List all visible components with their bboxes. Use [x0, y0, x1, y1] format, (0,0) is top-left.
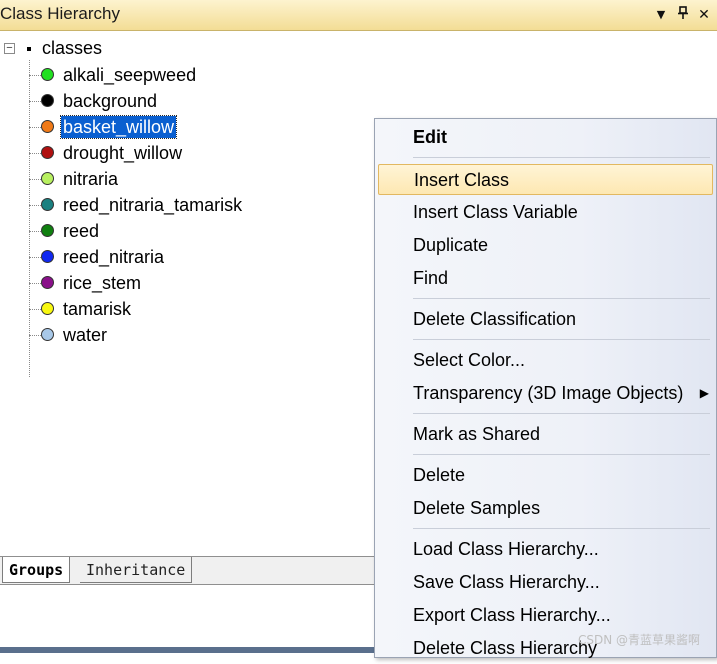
- menu-item-transparency[interactable]: Transparency (3D Image Objects) ▶: [378, 378, 713, 409]
- tree-item-label[interactable]: alkali_seepweed: [61, 64, 198, 86]
- menu-item-duplicate[interactable]: Duplicate: [378, 230, 713, 261]
- tree-item-label[interactable]: reed: [61, 220, 101, 242]
- tree-item-label[interactable]: background: [61, 90, 159, 112]
- menu-separator: [413, 454, 710, 455]
- tree-connector: [29, 205, 41, 206]
- tree-connector: [29, 179, 41, 180]
- menu-item-select-color[interactable]: Select Color...: [378, 345, 713, 376]
- menu-separator: [413, 298, 710, 299]
- tree-connector: [29, 101, 41, 102]
- class-color-icon: [41, 94, 54, 107]
- tree-item[interactable]: reed_nitraria: [29, 245, 429, 269]
- tree-item-label[interactable]: rice_stem: [61, 272, 143, 294]
- menu-item-load-class-hierarchy[interactable]: Load Class Hierarchy...: [378, 534, 713, 565]
- tree-item[interactable]: reed: [29, 219, 429, 243]
- menu-item-delete-classification[interactable]: Delete Classification: [378, 304, 713, 335]
- class-color-icon: [41, 302, 54, 315]
- context-menu: Edit Insert Class Insert Class Variable …: [374, 118, 717, 658]
- tree-item[interactable]: drought_willow: [29, 141, 429, 165]
- tree-connector: [29, 283, 41, 284]
- class-color-icon: [41, 198, 54, 211]
- tree-item[interactable]: nitraria: [29, 167, 429, 191]
- tree-connector: [29, 335, 41, 336]
- class-color-icon: [41, 68, 54, 81]
- tree-item[interactable]: alkali_seepweed: [29, 63, 429, 87]
- tab-inheritance[interactable]: Inheritance: [80, 557, 193, 583]
- tree-item-label[interactable]: reed_nitraria_tamarisk: [61, 194, 244, 216]
- menu-item-mark-as-shared[interactable]: Mark as Shared: [378, 419, 713, 450]
- tree-item-label[interactable]: nitraria: [61, 168, 120, 190]
- menu-separator: [413, 528, 710, 529]
- dropdown-icon[interactable]: ▼: [652, 6, 670, 24]
- tree-item[interactable]: reed_nitraria_tamarisk: [29, 193, 429, 217]
- tree-connector: [29, 231, 41, 232]
- tree-item-label[interactable]: basket_willow: [59, 115, 178, 139]
- tree-item[interactable]: background: [29, 89, 429, 113]
- class-color-icon: [41, 172, 54, 185]
- tree-connector: [29, 309, 41, 310]
- panel-titlebar: Class Hierarchy ▼ ✕: [0, 0, 717, 31]
- tree-root-label[interactable]: classes: [42, 38, 102, 59]
- tree-item-label[interactable]: drought_willow: [61, 142, 184, 164]
- tree-item-label[interactable]: reed_nitraria: [61, 246, 166, 268]
- tree-item[interactable]: tamarisk: [29, 297, 429, 321]
- root-node-icon: [27, 47, 31, 51]
- pin-icon[interactable]: [674, 6, 692, 24]
- tree-item[interactable]: water: [29, 323, 429, 347]
- class-color-icon: [41, 120, 54, 133]
- menu-item-export-class-hierarchy[interactable]: Export Class Hierarchy...: [378, 600, 713, 631]
- menu-item-delete[interactable]: Delete: [378, 460, 713, 491]
- menu-item-save-class-hierarchy[interactable]: Save Class Hierarchy...: [378, 567, 713, 598]
- tree-item-label[interactable]: tamarisk: [61, 298, 133, 320]
- menu-item-insert-class[interactable]: Insert Class: [378, 164, 713, 195]
- watermark: CSDN @青蓝草果酱啊: [578, 633, 701, 647]
- tree-connector: [29, 257, 41, 258]
- tree-item-label[interactable]: water: [61, 324, 109, 346]
- close-icon[interactable]: ✕: [695, 6, 713, 24]
- menu-item-transparency-label: Transparency (3D Image Objects): [413, 383, 684, 403]
- collapse-toggle-icon[interactable]: −: [4, 43, 15, 54]
- menu-separator: [413, 157, 710, 158]
- class-color-icon: [41, 146, 54, 159]
- menu-header-edit: Edit: [413, 127, 447, 147]
- menu-item-find[interactable]: Find: [378, 263, 713, 294]
- submenu-arrow-icon: ▶: [699, 386, 709, 400]
- menu-separator: [413, 413, 710, 414]
- menu-item-delete-samples[interactable]: Delete Samples: [378, 493, 713, 524]
- panel-title: Class Hierarchy: [0, 4, 120, 23]
- class-color-icon: [41, 328, 54, 341]
- class-color-icon: [41, 224, 54, 237]
- tree-item[interactable]: basket_willow: [29, 115, 429, 139]
- tree-connector: [29, 153, 41, 154]
- tree-item[interactable]: rice_stem: [29, 271, 429, 295]
- tree-connector: [29, 127, 41, 128]
- tab-groups[interactable]: Groups: [2, 557, 71, 583]
- class-color-icon: [41, 250, 54, 263]
- tree-connector: [29, 75, 41, 76]
- menu-separator: [413, 339, 710, 340]
- menu-item-insert-class-variable[interactable]: Insert Class Variable: [378, 197, 713, 228]
- class-color-icon: [41, 276, 54, 289]
